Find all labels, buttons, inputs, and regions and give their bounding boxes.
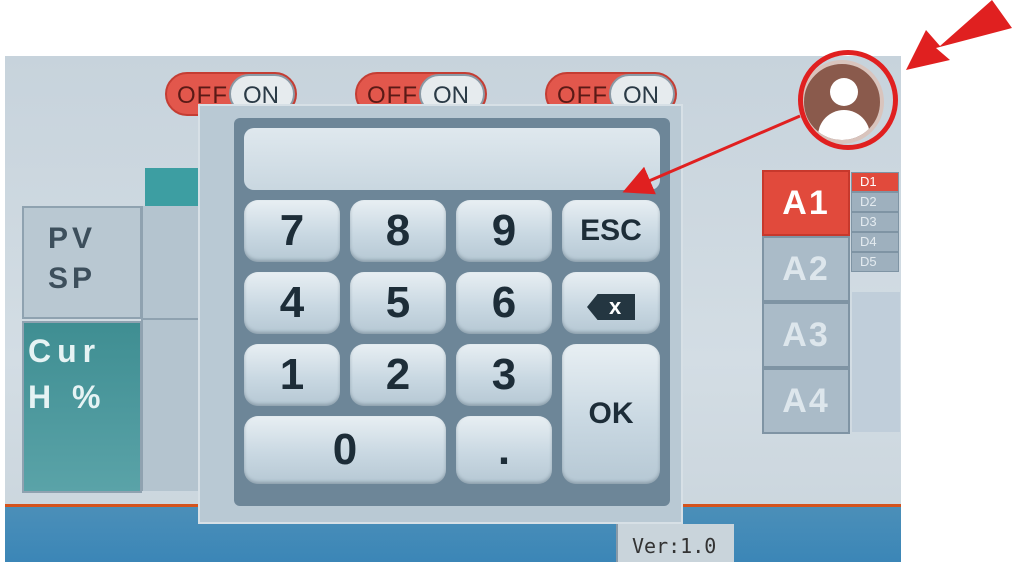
annotation-arrow-thick — [906, 0, 1012, 70]
annotation-arrow-thin — [622, 114, 801, 195]
annotation-layer — [622, 0, 1012, 195]
